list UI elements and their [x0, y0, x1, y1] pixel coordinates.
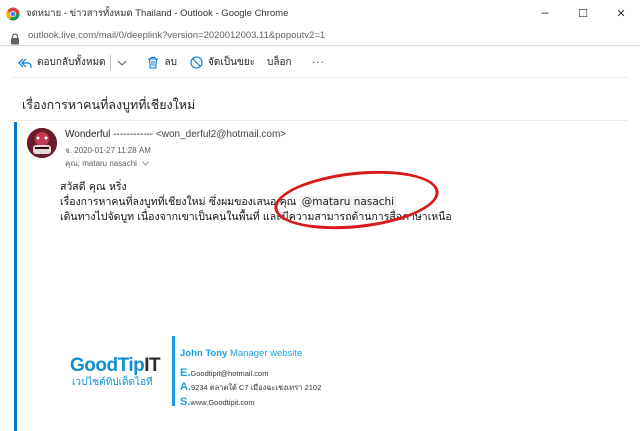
recipient-name: mataru nasachi	[82, 159, 137, 168]
sender-line[interactable]: Wonderful ------------ <won_derful2@hotm…	[65, 129, 286, 140]
junk-button[interactable]: จัดเป็นขยะ	[183, 51, 261, 75]
maximize-button[interactable]: ☐	[564, 0, 602, 26]
signature-role: Manager website	[229, 348, 303, 359]
message-subject: เรื่องการหาคนที่ลงบูทที่เชียงใหม่	[22, 97, 196, 112]
close-button[interactable]: ✕	[602, 0, 640, 26]
block-button[interactable]: บล็อก	[261, 51, 298, 75]
site-letter: S.	[180, 396, 191, 408]
to-label: คุณ;	[65, 159, 80, 168]
sender-name: Wonderful ------------	[65, 129, 154, 140]
window-title: จดหมาย - ข่าวสารทั้งหมด Thailand - Outlo…	[26, 7, 289, 19]
junk-label: จัดเป็นขยะ	[208, 57, 256, 68]
message-date: จ. 2020-01-27 11:28 AM	[65, 146, 151, 155]
subject-divider	[12, 120, 628, 121]
block-label: บล็อก	[267, 57, 292, 68]
signature-info: John Tony Manager website E.Goodtipit@ho…	[180, 348, 321, 408]
logo-text: GoodTipIT	[70, 355, 161, 377]
delete-label: ลบ	[164, 57, 178, 68]
signature-site-row: S.www.Goodtipit.com	[180, 396, 321, 408]
more-options-button[interactable]: ···	[298, 56, 340, 69]
browser-title-bar: จดหมาย - ข่าวสารทั้งหมด Thailand - Outlo…	[0, 0, 640, 26]
signature-name-line: John Tony Manager website	[180, 348, 321, 359]
logo-tagline: เวปไซต์ทิปเด็ดไอที	[72, 377, 153, 388]
command-bar: ตอบกลับทั้งหมด ลบ จัดเป็นขยะ บล็อก ···	[12, 48, 628, 78]
address-letter: A.	[180, 381, 191, 393]
reply-all-button[interactable]: ตอบกลับทั้งหมด	[12, 51, 140, 75]
signature-address: 9234 ตลาดใต้ C7 เมืองฉะเชงเทรา 2102	[191, 383, 322, 392]
block-icon	[189, 56, 203, 70]
signature-divider	[172, 336, 175, 406]
address-bar[interactable]: outlook.live.com/mail/0/deeplink?version…	[0, 26, 640, 46]
chrome-logo-icon	[6, 6, 20, 21]
chevron-down-icon[interactable]	[142, 161, 150, 168]
avatar[interactable]	[27, 128, 57, 158]
sender-email: <won_derful2@hotmail.com>	[155, 129, 287, 140]
window-controls: ─ ☐ ✕	[526, 0, 640, 26]
recipient-line[interactable]: คุณ; mataru nasachi	[65, 157, 150, 170]
minimize-button[interactable]: ─	[526, 0, 564, 26]
reply-all-label: ตอบกลับทั้งหมด	[37, 57, 106, 68]
lock-icon	[10, 30, 20, 44]
logo-accent: IT	[144, 355, 161, 376]
delete-button[interactable]: ลบ	[140, 51, 183, 75]
email-letter: E.	[180, 367, 191, 379]
toolbar-divider	[109, 54, 111, 71]
signature-email-row: E.Goodtipit@hotmail.com	[180, 367, 321, 379]
body-line-2-text: เรื่องการหาคนที่ลงบูทที่เชียงใหม่ ซึ่งผม…	[60, 196, 300, 208]
signature-logo: GoodTipIT เวปไซต์ทิปเด็ดไอที	[70, 355, 161, 390]
signature-email: Goodtipit@hotmail.com	[190, 369, 269, 378]
url-text[interactable]: outlook.live.com/mail/0/deeplink?version…	[28, 30, 325, 41]
logo-main: GoodTip	[70, 355, 145, 376]
chevron-down-icon[interactable]	[115, 56, 129, 70]
signature-name: John Tony	[180, 348, 228, 359]
reply-all-icon	[18, 56, 32, 70]
signature-site: www.Goodtipit.com	[190, 398, 255, 407]
signature-address-row: A.9234 ตลาดใต้ C7 เมืองฉะเชงเทรา 2102	[180, 381, 321, 394]
trash-icon	[146, 56, 160, 70]
